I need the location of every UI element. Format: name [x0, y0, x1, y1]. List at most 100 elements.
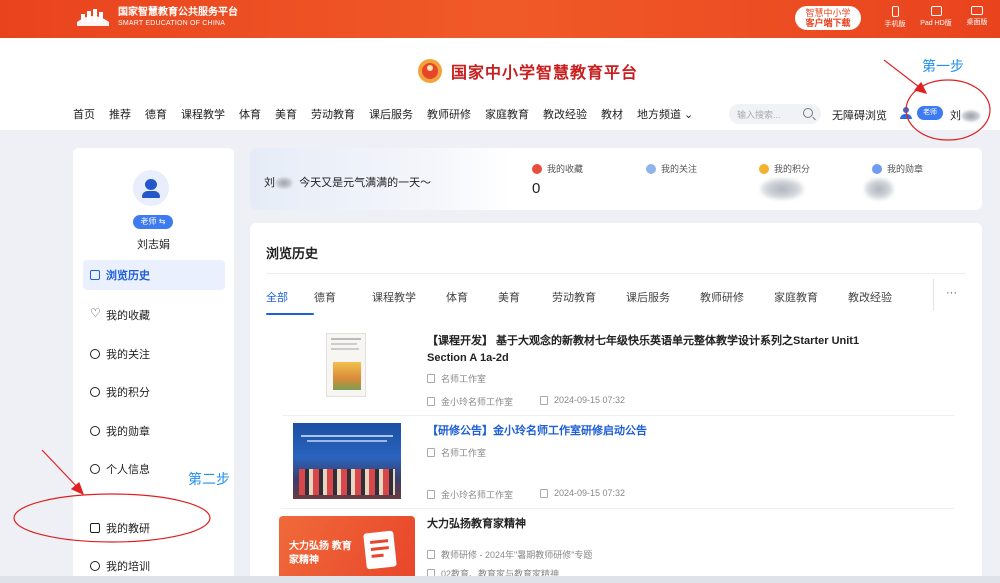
logo-emblem-icon — [73, 6, 113, 30]
person-icon — [90, 349, 100, 359]
sidebar-item-label: 我的关注 — [106, 349, 150, 361]
nav-item-local-channel[interactable]: 地方频道 ⌄ — [637, 106, 693, 122]
history-item[interactable]: 【课程开发】 基于大观念的新教材七年级快乐英语单元整体教学设计系列之Starte… — [282, 333, 954, 413]
tab-reform[interactable]: 教改经验 — [848, 289, 912, 313]
stat-label: 我的积分 — [774, 164, 811, 174]
nav-item[interactable]: 教材 — [601, 106, 623, 122]
nav-item[interactable]: 课后服务 — [369, 106, 413, 122]
sidebar-item-label: 我的勋章 — [106, 426, 150, 438]
tab-labor[interactable]: 劳动教育 — [552, 289, 626, 313]
tab-curriculum[interactable]: 课程教学 — [372, 289, 446, 313]
medal-icon — [90, 426, 100, 436]
nav-item[interactable]: 劳动教育 — [311, 106, 355, 122]
item-title-line2: Section A 1a-2d — [427, 352, 509, 364]
stat-follows[interactable]: 我的关注 — [646, 162, 697, 175]
more-tabs-button[interactable]: ··· — [946, 287, 957, 299]
sidebar-item-follows[interactable]: 我的关注 — [83, 339, 225, 369]
document-icon — [427, 397, 435, 406]
calendar-icon — [540, 395, 548, 405]
greeting-name: 刘 — [264, 177, 275, 189]
stat-favorites-value: 0 — [532, 180, 541, 197]
tab-family[interactable]: 家庭教育 — [774, 289, 848, 313]
sidebar-item-favorites[interactable]: 我的收藏 — [83, 300, 225, 330]
item-title[interactable]: 大力弘扬教育家精神 — [427, 516, 927, 533]
nav-item[interactable]: 教改经验 — [543, 106, 587, 122]
brand-title: 国家中小学智慧教育平台 — [451, 63, 639, 82]
points-icon — [90, 387, 100, 397]
item-source: 金小玲名师工作室 — [427, 395, 513, 408]
tab-moral[interactable]: 德育 — [314, 289, 372, 313]
greeting-text: 刘 今天又是元气满满的一天～ — [264, 174, 431, 190]
brand-emblem-icon — [414, 57, 446, 85]
history-item[interactable]: 大力弘扬 教育家精神 大力弘扬教育家精神 教师研修 - 2024年"暑期教师研修… — [279, 516, 954, 583]
research-icon — [90, 523, 100, 533]
search-icon[interactable] — [803, 108, 813, 118]
sidebar-item-label: 浏览历史 — [106, 270, 150, 282]
tab-after-school[interactable]: 课后服务 — [626, 289, 700, 313]
item-thumbnail — [293, 423, 401, 499]
item-title[interactable]: 【研修公告】金小玲名师工作室研修启动公告 — [427, 423, 927, 440]
history-item[interactable]: 【研修公告】金小玲名师工作室研修启动公告 名师工作室 金小玲名师工作室 2024… — [282, 423, 954, 505]
nav-item[interactable]: 体育 — [239, 106, 261, 122]
main-nav: 首页 推荐 德育 课程教学 体育 美育 劳动教育 课后服务 教师研修 家庭教育 … — [73, 106, 707, 122]
user-icon[interactable] — [900, 107, 912, 119]
client-download-button[interactable]: 智慧中小学 客户端下载 — [795, 6, 861, 30]
training-icon — [90, 561, 100, 571]
heart-icon — [90, 306, 101, 320]
sidebar-item-medals[interactable]: 我的勋章 — [83, 416, 225, 446]
nav-item[interactable]: 首页 — [73, 106, 95, 122]
sidebar-item-research[interactable]: 我的教研 — [83, 513, 225, 543]
sidebar-item-history[interactable]: 浏览历史 — [83, 260, 225, 290]
phone-icon — [891, 6, 899, 17]
tab-pe[interactable]: 体育 — [446, 289, 498, 313]
platform-logo[interactable]: 国家智慧教育公共服务平台 SMART EDUCATION OF CHINA — [73, 6, 238, 30]
greeting-message: 今天又是元气满满的一天～ — [299, 177, 432, 189]
status-bar — [0, 576, 1000, 583]
nav-item[interactable]: 教师研修 — [427, 106, 471, 122]
document-icon — [427, 490, 435, 499]
device-links: 手机版 Pad HD版 桌面版 — [882, 6, 990, 29]
device-label: 桌面版 — [966, 19, 988, 26]
sidebar-item-points[interactable]: 我的积分 — [83, 377, 225, 407]
mobile-version-link[interactable]: 手机版 — [882, 6, 908, 29]
step1-annotation: 第一步 — [922, 58, 964, 74]
search-placeholder: 输入搜索... — [737, 110, 781, 120]
stat-label: 我的勋章 — [887, 164, 924, 174]
stat-points[interactable]: 我的积分 — [759, 162, 810, 175]
brand[interactable]: 国家中小学智慧教育平台 — [414, 57, 638, 85]
item-source: 金小玲名师工作室 — [427, 488, 513, 501]
history-panel: 浏览历史 全部 德育 课程教学 体育 美育 劳动教育 课后服务 教师研修 家庭教… — [250, 223, 982, 583]
sidebar-item-label: 我的培训 — [106, 561, 150, 573]
nav-item[interactable]: 德育 — [145, 106, 167, 122]
item-title[interactable]: 【课程开发】 基于大观念的新教材七年级快乐英语单元整体教学设计系列之Starte… — [427, 333, 927, 367]
tab-art[interactable]: 美育 — [498, 289, 552, 313]
page-title: 浏览历史 — [266, 246, 319, 261]
desktop-version-link[interactable]: 桌面版 — [964, 6, 990, 29]
item-title-line1: 【课程开发】 基于大观念的新教材七年级快乐英语单元整体教学设计系列之Starte… — [427, 335, 860, 347]
redacted-name — [275, 177, 293, 190]
nav-item[interactable]: 课程教学 — [181, 106, 225, 122]
avatar[interactable] — [133, 170, 169, 206]
pad-version-link[interactable]: Pad HD版 — [918, 6, 954, 29]
item-thumbnail: 大力弘扬 教育家精神 — [279, 516, 415, 583]
item-category-text: 教师研修 - 2024年"暑期教师研修"专题 — [441, 550, 593, 560]
search-input[interactable]: 输入搜索... — [729, 104, 821, 124]
person-icon — [646, 163, 656, 174]
user-sidebar: 老师 ⇆ 刘志娟 浏览历史 我的收藏 我的关注 我的积分 我的勋章 个人信息 我… — [73, 148, 234, 583]
nav-item[interactable]: 推荐 — [109, 106, 131, 122]
stat-favorites[interactable]: 我的收藏 — [532, 162, 583, 175]
nav-item[interactable]: 美育 — [275, 106, 297, 122]
nav-item[interactable]: 家庭教育 — [485, 106, 529, 122]
site-header: 国家中小学智慧教育平台 首页 推荐 德育 课程教学 体育 美育 劳动教育 课后服… — [0, 38, 1000, 130]
document-icon — [363, 530, 397, 570]
tab-teacher-training[interactable]: 教师研修 — [700, 289, 774, 313]
sidebar-item-label: 我的收藏 — [106, 310, 150, 322]
role-switch-badge[interactable]: 老师 ⇆ — [133, 215, 173, 229]
tablet-icon — [930, 6, 942, 16]
tab-all[interactable]: 全部 — [266, 289, 314, 315]
header-user-name[interactable]: 刘 — [950, 107, 981, 123]
item-category: 名师工作室 — [427, 372, 486, 385]
stat-medals[interactable]: 我的勋章 — [872, 162, 923, 175]
accessibility-link[interactable]: 无障碍浏览 — [832, 107, 887, 123]
item-category-text: 名师工作室 — [441, 448, 487, 458]
